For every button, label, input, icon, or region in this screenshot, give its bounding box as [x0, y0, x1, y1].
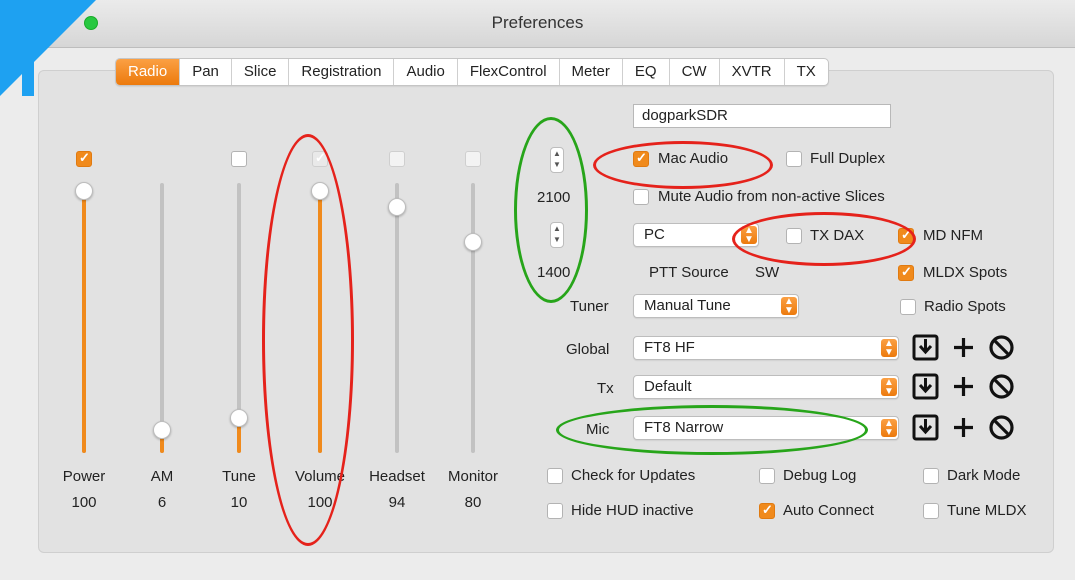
tab-pan[interactable]: Pan: [180, 59, 232, 85]
am-label: AM: [150, 468, 174, 485]
tuner-label: Tuner: [570, 298, 609, 315]
power-enable-checkbox[interactable]: [76, 150, 92, 167]
check-updates-checkbox[interactable]: [547, 468, 563, 484]
global-profile-label: Global: [566, 341, 610, 358]
tune-slider-knob[interactable]: [230, 409, 248, 427]
tab-radio[interactable]: Radio: [116, 59, 181, 85]
tab-slice[interactable]: Slice: [232, 59, 290, 85]
chevron-updown-icon: ▲ ▼: [781, 297, 797, 316]
headset-slider-knob[interactable]: [388, 198, 406, 216]
preferences-window: Preferences Radio Pan Slice Registration…: [0, 0, 1075, 580]
dark-mode-label: Dark Mode: [947, 467, 1021, 484]
monitor-slider-track[interactable]: [471, 183, 475, 453]
mic-annotation-ring: [556, 405, 868, 455]
mac-audio-annotation-ring: [593, 141, 773, 189]
headset-label: Headset: [369, 468, 425, 485]
save-tx-profile-icon[interactable]: [912, 373, 939, 400]
tab-flexcontrol[interactable]: FlexControl: [458, 59, 560, 85]
tab-audio[interactable]: Audio: [394, 59, 458, 85]
tab-cw[interactable]: CW: [670, 59, 720, 85]
delete-mic-profile-icon[interactable]: [988, 414, 1015, 441]
stepper-annotation-ring: [514, 117, 588, 303]
power-label: Power: [62, 468, 106, 485]
debug-log-label: Debug Log: [783, 467, 857, 484]
global-profile-select[interactable]: FT8 HF ▲ ▼: [633, 336, 899, 360]
debug-log-checkbox[interactable]: [759, 468, 775, 484]
tab-xvtr[interactable]: XVTR: [720, 59, 785, 85]
monitor-label: Monitor: [447, 468, 499, 485]
chevron-updown-icon: ▲ ▼: [881, 339, 897, 358]
monitor-slider-knob[interactable]: [464, 233, 482, 251]
add-global-profile-icon[interactable]: [950, 334, 977, 361]
tune-mldx-checkbox[interactable]: [923, 503, 939, 519]
tx-profile-select[interactable]: Default ▲ ▼: [633, 375, 899, 399]
tx-profile-value: Default: [644, 378, 692, 395]
delete-global-profile-icon[interactable]: [988, 334, 1015, 361]
mute-audio-checkbox[interactable]: [633, 189, 649, 205]
tune-enable-checkbox[interactable]: [231, 151, 247, 167]
headset-enable-checkbox[interactable]: [389, 151, 405, 167]
hide-hud-label: Hide HUD inactive: [571, 502, 694, 519]
chevron-updown-icon: ▲ ▼: [881, 378, 897, 397]
am-slider-knob[interactable]: [153, 421, 171, 439]
md-nfm-label: MD NFM: [923, 227, 983, 244]
auto-connect-checkbox[interactable]: [759, 502, 775, 519]
radio-spots-label: Radio Spots: [924, 298, 1006, 315]
save-global-profile-icon[interactable]: [912, 334, 939, 361]
hide-hud-checkbox[interactable]: [547, 503, 563, 519]
tune-value: 10: [230, 494, 248, 511]
tune-label: Tune: [222, 468, 256, 485]
save-mic-profile-icon[interactable]: [912, 414, 939, 441]
title-bar: Preferences: [0, 0, 1075, 48]
am-slider-track[interactable]: [160, 183, 164, 453]
tx-dax-annotation-ring: [732, 212, 916, 266]
monitor-enable-checkbox[interactable]: [465, 151, 481, 167]
tab-registration[interactable]: Registration: [289, 59, 395, 85]
tab-meter[interactable]: Meter: [560, 59, 623, 85]
full-duplex-checkbox[interactable]: [786, 151, 802, 167]
preferences-tab-bar: Radio Pan Slice Registration Audio FlexC…: [115, 58, 829, 86]
ptt-source-value: SW: [755, 264, 780, 281]
check-updates-label: Check for Updates: [571, 467, 696, 484]
tuner-select[interactable]: Manual Tune ▲ ▼: [633, 294, 799, 318]
window-title: Preferences: [491, 13, 584, 32]
tab-eq[interactable]: EQ: [623, 59, 670, 85]
tx-profile-label: Tx: [597, 380, 614, 397]
auto-connect-label: Auto Connect: [783, 502, 874, 519]
power-slider-track[interactable]: [82, 183, 86, 453]
power-slider-fill: [82, 183, 86, 453]
monitor-value: 80: [464, 494, 482, 511]
mute-audio-label: Mute Audio from non-active Slices: [658, 188, 885, 205]
full-duplex-label: Full Duplex: [810, 150, 886, 167]
tuner-select-value: Manual Tune: [644, 297, 731, 314]
power-slider-knob[interactable]: [75, 182, 93, 200]
tab-tx[interactable]: TX: [785, 59, 828, 85]
volume-annotation-ring: [262, 134, 354, 546]
delete-tx-profile-icon[interactable]: [988, 373, 1015, 400]
tune-mldx-label: Tune MLDX: [947, 502, 1027, 519]
chevron-updown-icon: ▲ ▼: [881, 419, 897, 438]
ptt-select-value: PC: [644, 226, 665, 243]
radio-spots-checkbox[interactable]: [900, 299, 916, 315]
am-value: 6: [157, 494, 167, 511]
add-mic-profile-icon[interactable]: [950, 414, 977, 441]
add-tx-profile-icon[interactable]: [950, 373, 977, 400]
global-profile-value: FT8 HF: [644, 339, 695, 356]
station-name-field[interactable]: dogparkSDR: [633, 104, 891, 128]
headset-value: 94: [388, 494, 406, 511]
power-value: 100: [71, 494, 97, 511]
mldx-spots-checkbox[interactable]: [898, 264, 914, 281]
dark-mode-checkbox[interactable]: [923, 468, 939, 484]
mldx-spots-label: MLDX Spots: [923, 264, 1008, 281]
headset-slider-track[interactable]: [395, 183, 399, 453]
ptt-source-label: PTT Source: [649, 264, 729, 281]
